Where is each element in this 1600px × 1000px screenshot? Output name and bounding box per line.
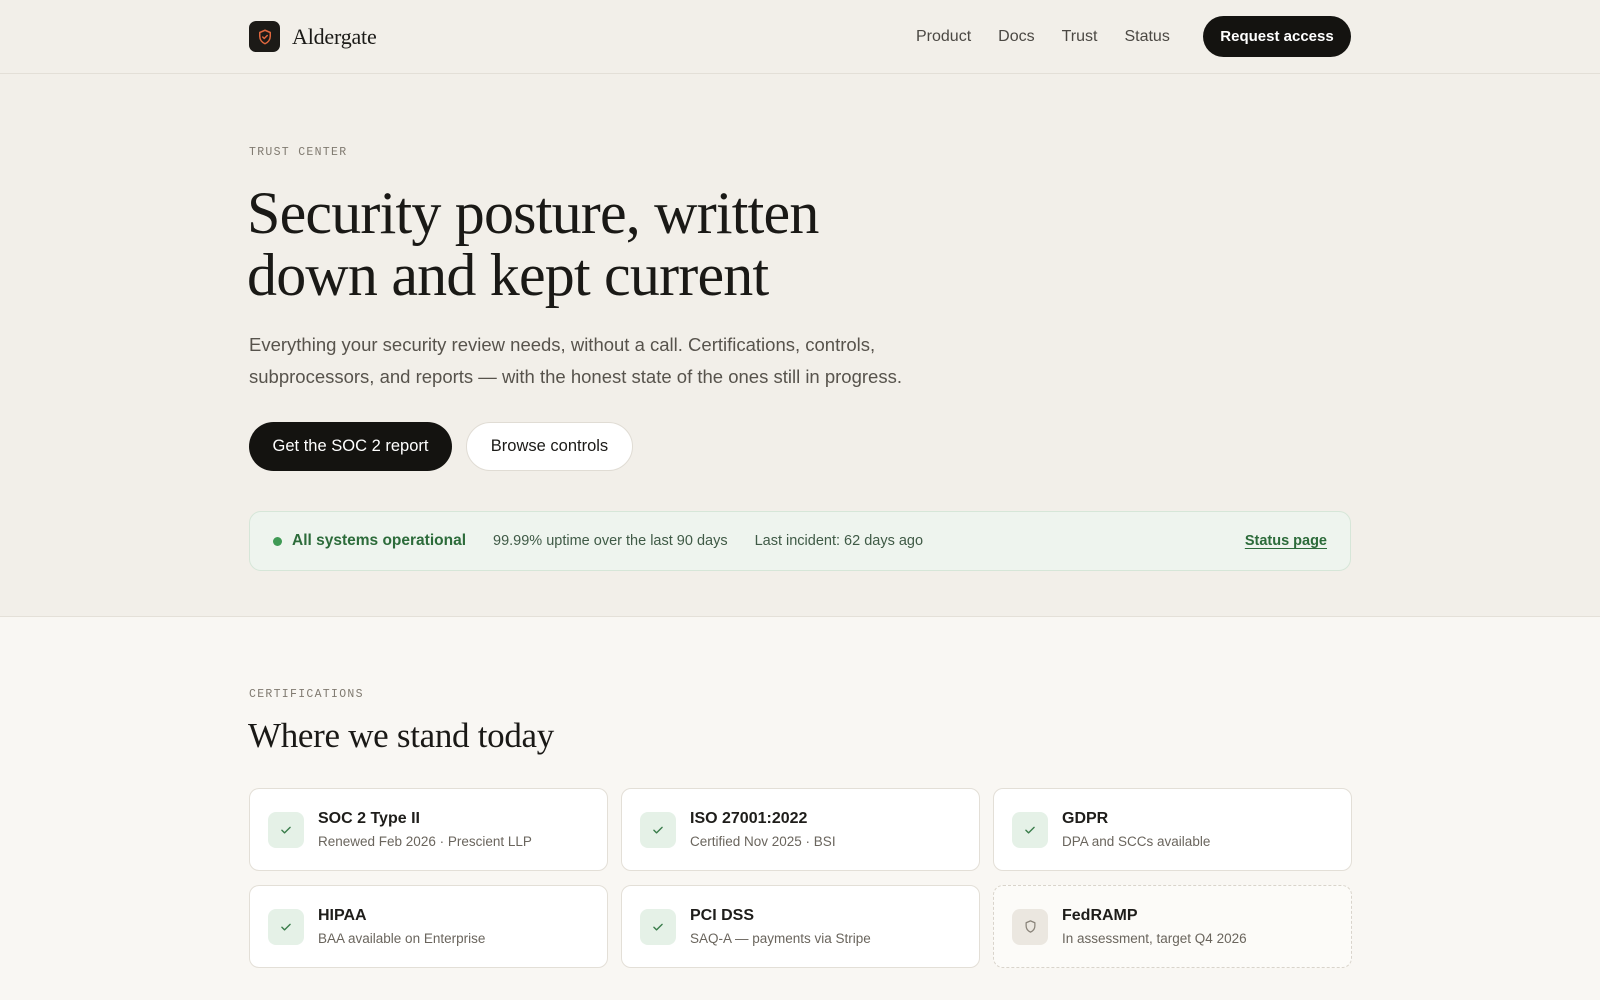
hero-section: TRUST CENTER Security posture, written d… (0, 74, 1600, 617)
cert-name: SOC 2 Type II (318, 810, 420, 827)
system-status-banner: All systems operational 99.99% uptime ov… (249, 511, 1351, 571)
last-incident-text: Last incident: 62 days ago (754, 533, 924, 549)
page-title-line-2: down and kept current (247, 242, 769, 308)
main-nav: Product Docs Trust Status (916, 0, 1170, 74)
certifications-section: CERTIFICATIONS Where we stand today SOC … (0, 617, 1600, 999)
nav-link-trust[interactable]: Trust (1062, 28, 1098, 46)
nav-link-product[interactable]: Product (916, 28, 971, 46)
cert-card-hipaa[interactable]: HIPAA BAA available on Enterprise (249, 885, 608, 968)
certification-grid: SOC 2 Type II Renewed Feb 2026 · Prescie… (249, 788, 1352, 968)
shield-check-logo-icon (249, 21, 280, 52)
get-soc2-report-button[interactable]: Get the SOC 2 report (249, 422, 452, 471)
status-page-link[interactable]: Status page (1245, 533, 1327, 549)
check-icon (640, 908, 676, 945)
cert-card-pci-dss[interactable]: PCI DSS SAQ-A — payments via Stripe (621, 885, 980, 968)
cert-detail: In assessment, target Q4 2026 (1062, 931, 1247, 946)
cert-card-iso27001[interactable]: ISO 27001:2022 Certified Nov 2025 · BSI (621, 788, 980, 871)
cert-card-soc2[interactable]: SOC 2 Type II Renewed Feb 2026 · Prescie… (249, 788, 608, 871)
top-navigation-bar: Aldergate Product Docs Trust Status Requ… (0, 0, 1600, 74)
check-icon (268, 908, 304, 945)
cert-name: HIPAA (318, 907, 367, 924)
check-icon (1012, 811, 1048, 848)
cert-detail: Certified Nov 2025 · BSI (690, 834, 836, 849)
brand-logo-link[interactable]: Aldergate (249, 21, 377, 52)
page-title: Security posture, written down and kept … (247, 182, 947, 306)
check-icon (268, 811, 304, 848)
check-icon (640, 811, 676, 848)
cert-detail: SAQ-A — payments via Stripe (690, 931, 871, 946)
cert-card-gdpr[interactable]: GDPR DPA and SCCs available (993, 788, 1352, 871)
status-state-text: All systems operational (292, 532, 467, 549)
nav-link-status[interactable]: Status (1124, 28, 1169, 46)
brand-name: Aldergate (292, 23, 377, 49)
nav-link-docs[interactable]: Docs (998, 28, 1034, 46)
cert-card-fedramp[interactable]: FedRAMP In assessment, target Q4 2026 (993, 885, 1352, 968)
hero-subtitle: Everything your security review needs, w… (249, 334, 902, 387)
cert-name: FedRAMP (1062, 907, 1138, 924)
certifications-title: Where we stand today (248, 716, 554, 755)
hero-eyebrow: TRUST CENTER (249, 146, 348, 159)
cert-detail: BAA available on Enterprise (318, 931, 486, 946)
cert-name: GDPR (1062, 810, 1109, 827)
certifications-eyebrow: CERTIFICATIONS (249, 688, 364, 701)
status-indicator-dot (273, 536, 282, 546)
shield-icon (1012, 908, 1048, 945)
cert-name: ISO 27001:2022 (690, 810, 808, 827)
cert-detail: DPA and SCCs available (1062, 834, 1211, 849)
cert-name: PCI DSS (690, 907, 755, 924)
browse-controls-button[interactable]: Browse controls (466, 422, 633, 471)
cert-detail: Renewed Feb 2026 · Prescient LLP (318, 834, 532, 849)
uptime-text: 99.99% uptime over the last 90 days (493, 533, 728, 549)
request-access-button[interactable]: Request access (1203, 16, 1351, 57)
page-title-line-1: Security posture, written (247, 180, 819, 246)
